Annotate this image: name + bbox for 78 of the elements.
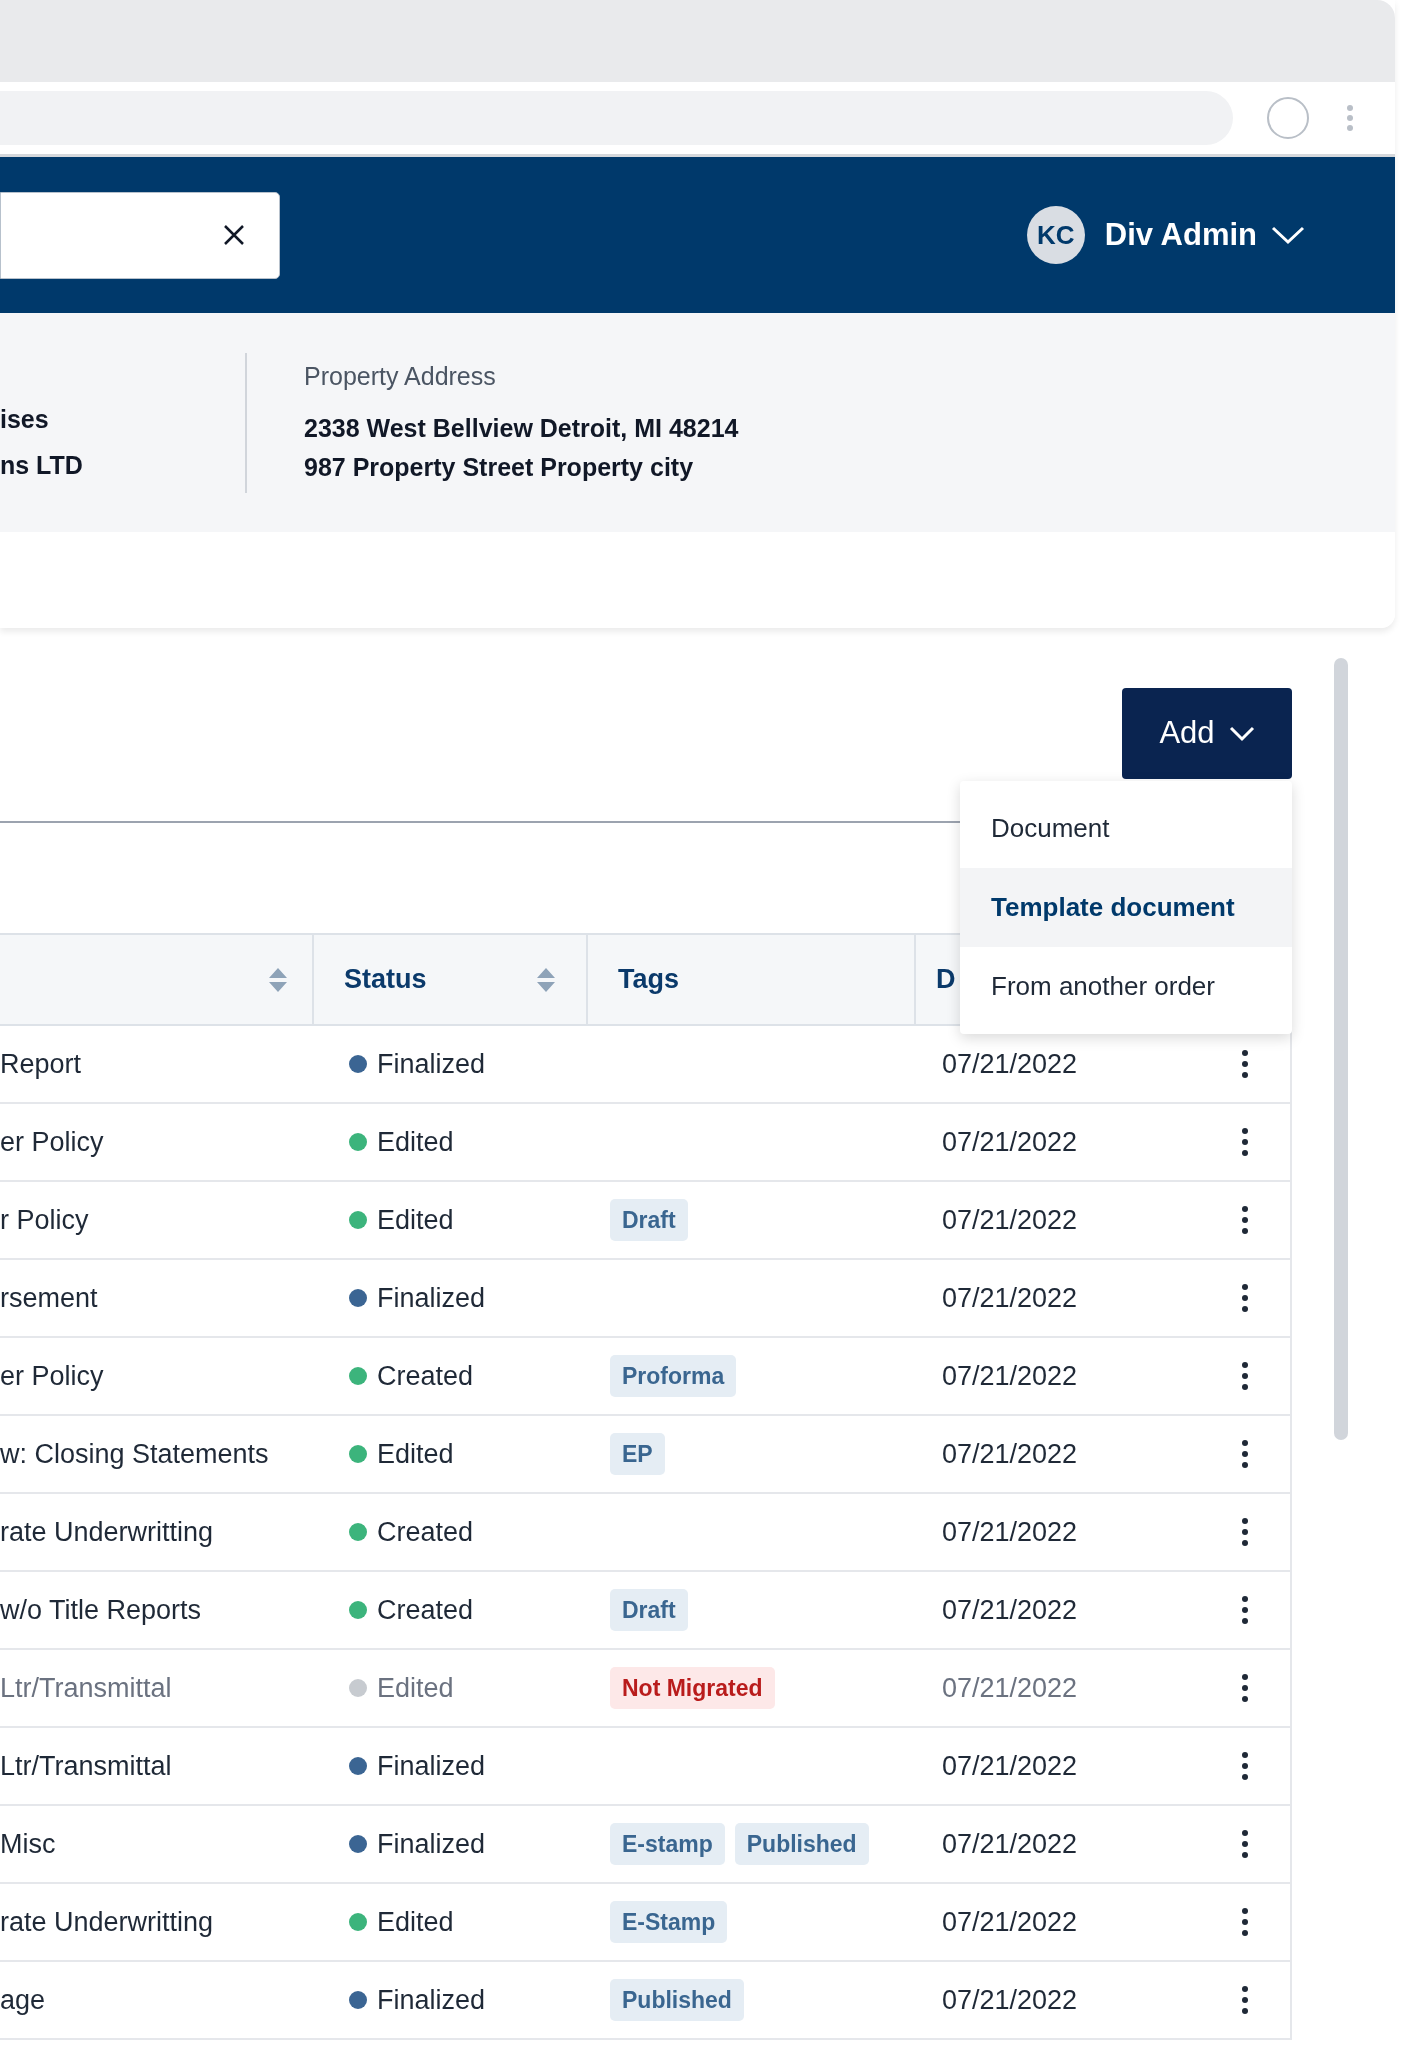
avatar[interactable]: KC bbox=[1026, 206, 1085, 264]
table-cell-text: 07/21/2022 bbox=[941, 1905, 1079, 1939]
tag: EP bbox=[610, 1432, 665, 1476]
add-button[interactable]: Add bbox=[1122, 688, 1292, 779]
close-icon[interactable] bbox=[223, 224, 245, 246]
table-cell-text: 07/21/2022 bbox=[941, 1827, 1079, 1861]
tag: Published bbox=[610, 1978, 744, 2022]
table-cell-text: r Policy bbox=[0, 1203, 90, 1237]
table-cell-text: 07/21/2022 bbox=[941, 1125, 1079, 1159]
more-options-icon[interactable] bbox=[1242, 1830, 1248, 1858]
status-label: Edited bbox=[377, 1905, 454, 1939]
tag: E-stamp bbox=[610, 1822, 725, 1866]
table-cell-text: Report bbox=[0, 1047, 83, 1081]
menu-item[interactable]: Template document bbox=[960, 868, 1292, 947]
tag: Proforma bbox=[610, 1354, 737, 1398]
table-cell-text: rate Underwritting bbox=[0, 1905, 215, 1939]
status-label: Created bbox=[377, 1359, 474, 1393]
status-label: Finalized bbox=[377, 1749, 486, 1783]
status-label: Edited bbox=[377, 1125, 454, 1159]
tag: Draft bbox=[610, 1198, 688, 1242]
more-options-icon[interactable] bbox=[1242, 1596, 1248, 1624]
menu-item[interactable]: From another order bbox=[960, 947, 1292, 1026]
table-cell-text: 07/21/2022 bbox=[941, 1359, 1079, 1393]
status-label: Created bbox=[377, 1593, 474, 1627]
table-cell-text: 07/21/2022 bbox=[941, 1593, 1079, 1627]
status-label: Finalized bbox=[377, 1281, 486, 1315]
table-cell-text: er Policy bbox=[0, 1359, 105, 1393]
table-cell-text: age bbox=[0, 1983, 47, 2017]
more-options-icon[interactable] bbox=[1242, 1518, 1248, 1546]
more-options-icon[interactable] bbox=[1242, 1440, 1248, 1468]
table-cell-text: w/o Title Reports bbox=[0, 1593, 203, 1627]
tag: Published bbox=[734, 1822, 869, 1866]
table-cell-text: Ltr/Transmittal bbox=[0, 1749, 173, 1783]
status-label: Edited bbox=[377, 1437, 454, 1471]
tag: Not Migrated bbox=[610, 1666, 775, 1710]
status-label: Created bbox=[377, 1515, 474, 1549]
menu-item[interactable]: Document bbox=[960, 789, 1292, 868]
chevron-down-icon bbox=[1228, 725, 1255, 742]
tag: E-Stamp bbox=[610, 1900, 728, 1944]
party-name: ns LTD bbox=[0, 449, 84, 481]
table-cell-text: 07/21/2022 bbox=[941, 1515, 1079, 1549]
status-label: Finalized bbox=[377, 1047, 486, 1081]
table-cell-text: w: Closing Statements bbox=[0, 1437, 270, 1471]
more-options-icon[interactable] bbox=[1242, 1908, 1248, 1936]
user-name[interactable]: Div Admin bbox=[1104, 211, 1257, 259]
status-label: Edited bbox=[377, 1671, 454, 1705]
more-options-icon[interactable] bbox=[1242, 1752, 1248, 1780]
table-cell-text: Misc bbox=[0, 1827, 57, 1861]
table-cell-text: 07/21/2022 bbox=[941, 1047, 1079, 1081]
field-label: Property Address bbox=[304, 360, 497, 392]
table-cell-text: 07/21/2022 bbox=[941, 1749, 1079, 1783]
table-cell-text: er Policy bbox=[0, 1125, 105, 1159]
status-label: Finalized bbox=[377, 1983, 486, 2017]
tag: Draft bbox=[610, 1588, 688, 1632]
more-options-icon[interactable] bbox=[1242, 1362, 1248, 1390]
table-cell-text: rate Underwritting bbox=[0, 1515, 215, 1549]
party-name: ises bbox=[0, 404, 50, 435]
status-label: Edited bbox=[377, 1203, 454, 1237]
more-options-icon[interactable] bbox=[1242, 1206, 1248, 1234]
table-cell-text: rsement bbox=[0, 1281, 99, 1315]
more-options-icon[interactable] bbox=[1242, 1284, 1248, 1312]
search-field[interactable] bbox=[0, 191, 280, 279]
more-options-icon[interactable] bbox=[1242, 1986, 1248, 2014]
more-options-icon[interactable] bbox=[1242, 1050, 1248, 1078]
column-header[interactable]: Status bbox=[314, 935, 588, 1024]
table-cell-text: Ltr/Transmittal bbox=[0, 1671, 173, 1705]
status-label: Finalized bbox=[377, 1827, 486, 1861]
table-cell-text: 07/21/2022 bbox=[941, 1281, 1079, 1315]
table-cell-text: 07/21/2022 bbox=[941, 1437, 1079, 1471]
more-options-icon[interactable] bbox=[1242, 1128, 1248, 1156]
table-cell-text: 07/21/2022 bbox=[941, 1671, 1079, 1705]
table-cell-text: 07/21/2022 bbox=[941, 1983, 1079, 2017]
chevron-down-icon[interactable] bbox=[1271, 225, 1305, 245]
scrollbar[interactable] bbox=[1334, 658, 1348, 1440]
property-address: 2338 West Bellview Detroit, MI 48214 bbox=[304, 413, 739, 445]
property-address: 987 Property Street Property city bbox=[304, 452, 695, 484]
column-header[interactable]: Tags bbox=[588, 935, 916, 1024]
table-cell-text: 07/21/2022 bbox=[941, 1203, 1079, 1237]
